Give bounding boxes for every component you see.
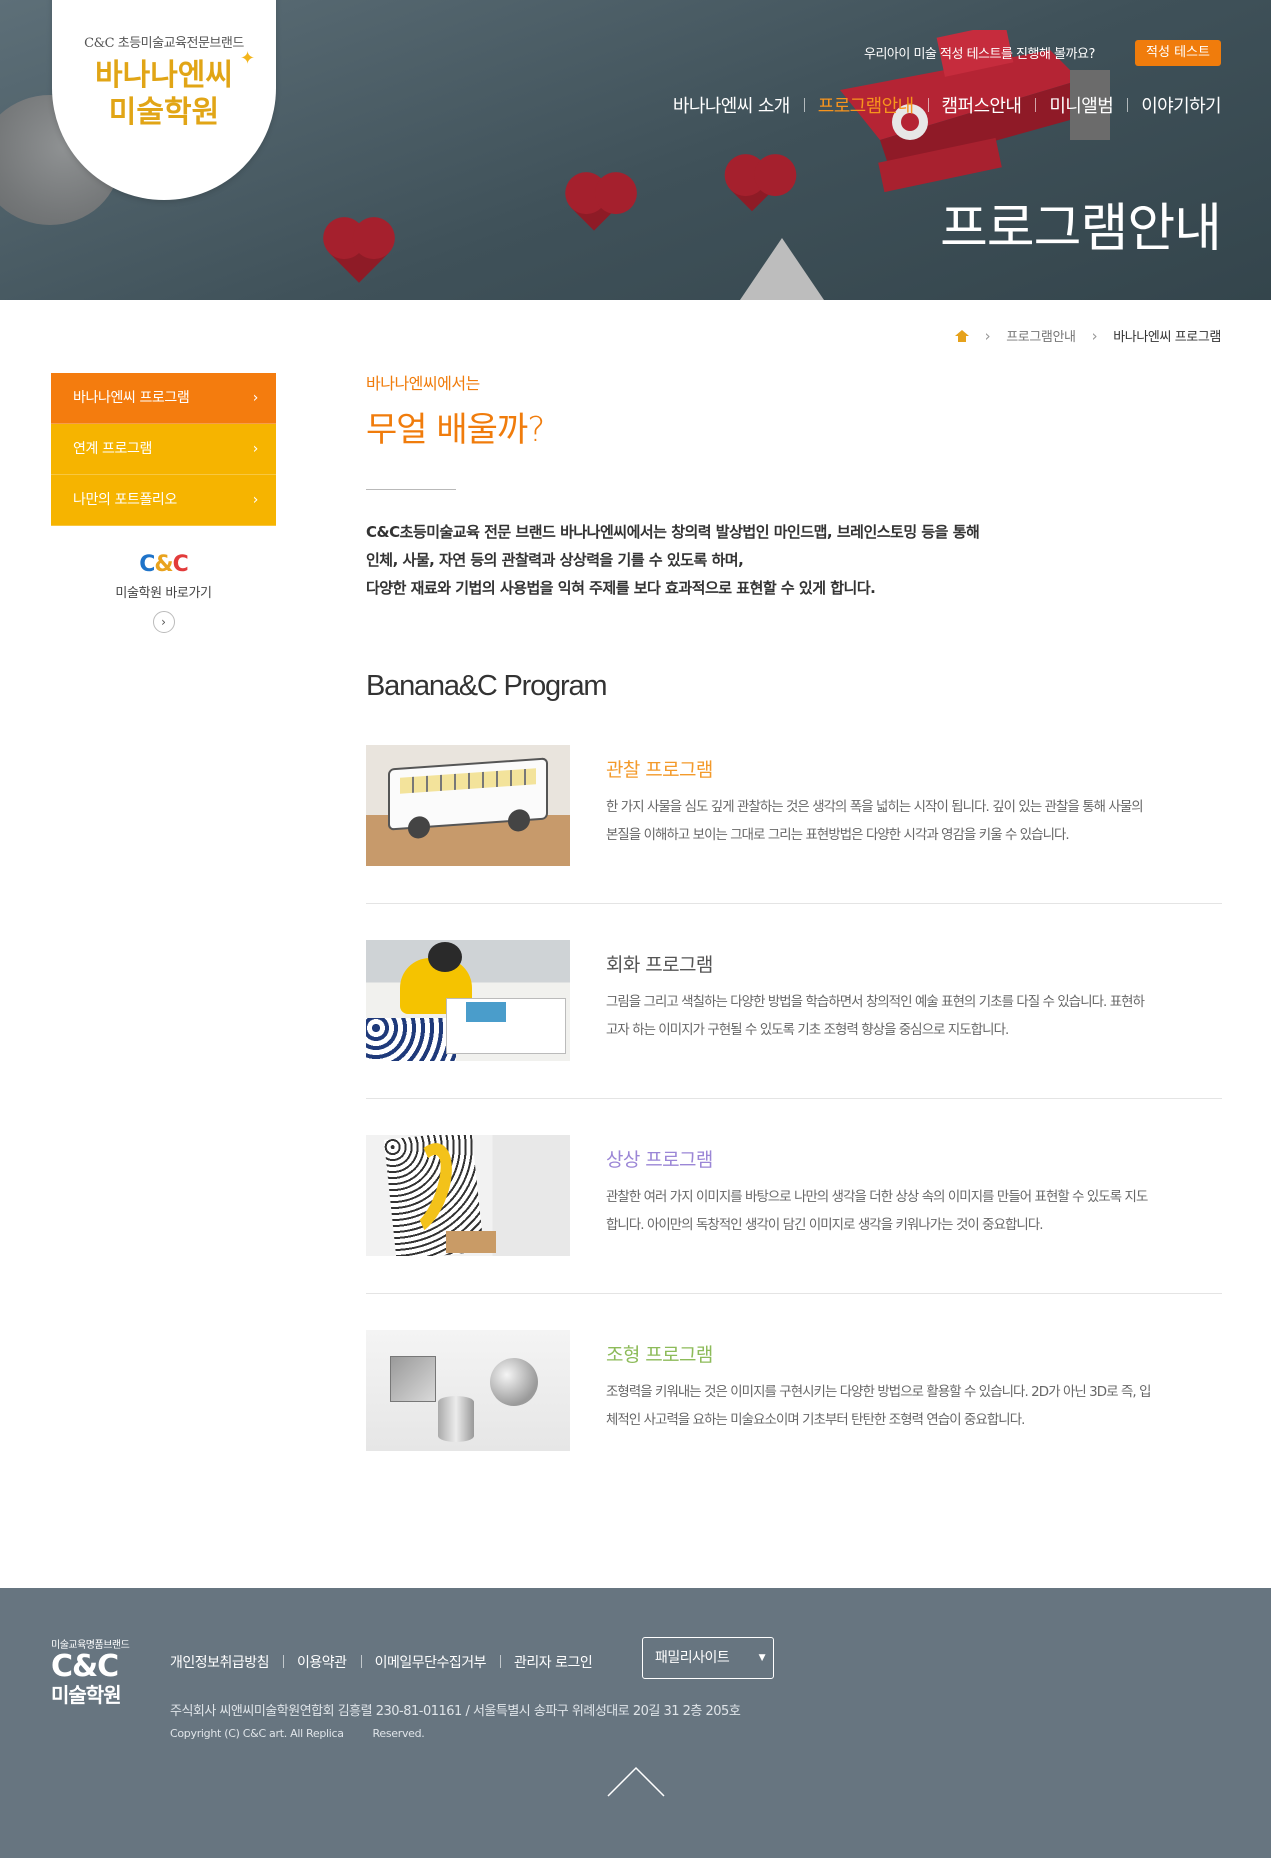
chevron-right-icon: › (984, 326, 991, 345)
site-footer: 미술교육명품브랜드 C&C 미술학원 개인정보취급방침 이용약관 이메일무단수집… (0, 1588, 1271, 1858)
program-title: 상상 프로그램 (606, 1149, 713, 1171)
breadcrumb-level1[interactable]: 프로그램안내 (1006, 326, 1076, 345)
sparkle-icon: ✦ (240, 48, 256, 69)
breadcrumb: › 프로그램안내 › 바나나엔씨 프로그램 (954, 326, 1221, 345)
program-item-painting: 회화 프로그램 그림을 그리고 색칠하는 다양한 방법을 학습하면서 창의적인 … (366, 940, 1222, 1099)
family-site-label: 패밀리사이트 (655, 1650, 730, 1666)
page-hero-title: 프로그램안내 (939, 199, 1222, 259)
intro-line: C&C초등미술교육 전문 브랜드 바나나엔씨에서는 창의력 발상법인 마인드맵,… (366, 523, 980, 541)
program-desc-line: 본질을 이해하고 보이는 그대로 그리는 표현방법은 다양한 시각과 영감을 키… (606, 828, 1070, 843)
intro-line: 다양한 재료와 기법의 사용법을 익혀 주제를 보다 효과적으로 표현할 수 있… (366, 579, 876, 597)
brand-name-line2: 미술학원 (108, 95, 220, 130)
footer-links: 개인정보취급방침 이용약관 이메일무단수집거부 관리자 로그인 (170, 1652, 606, 1672)
program-thumbnail-child-painting (366, 940, 570, 1061)
aptitude-test-button[interactable]: 적성 테스트 (1135, 40, 1221, 66)
go-arrow-button[interactable]: › (152, 611, 175, 633)
sidebar-menu: 바나나엔씨 프로그램 › 연계 프로그램 › 나만의 포트폴리오 › (51, 373, 276, 526)
intro-body: C&C초등미술교육 전문 브랜드 바나나엔씨에서는 창의력 발상법인 마인드맵,… (366, 518, 1222, 602)
sidebar-item-label: 바나나엔씨 프로그램 (73, 390, 190, 406)
program-description: 조형력을 키워내는 것은 이미지를 구현시키는 다양한 방법으로 활용할 수 있… (606, 1379, 1151, 1435)
program-title: 관찰 프로그램 (606, 759, 713, 781)
copyright: Copyright (C) C&C art. All Replica Reser… (170, 1727, 425, 1740)
footer-logo-cc: C&C (51, 1649, 119, 1684)
home-icon[interactable] (954, 329, 969, 342)
program-desc-line: 한 가지 사물을 심도 깊게 관찰하는 것은 생각의 폭을 넓히는 시작이 됩니… (606, 800, 1144, 815)
program-item-imagination: 상상 프로그램 관찰한 여러 가지 이미지를 바탕으로 나만의 생각을 더한 상… (366, 1135, 1222, 1294)
nav-item-campus[interactable]: 캠퍼스안내 (927, 92, 1036, 118)
paper-heart-decoration (329, 223, 389, 283)
program-desc-line: 그림을 그리고 색칠하는 다양한 방법을 학습하면서 창의적인 예술 표현의 기… (606, 995, 1145, 1010)
footer-link-admin-login[interactable]: 관리자 로그인 (500, 1652, 606, 1672)
sidebar-item-linked-program[interactable]: 연계 프로그램 › (51, 424, 276, 475)
nav-item-stories[interactable]: 이야기하기 (1127, 92, 1222, 118)
footer-link-privacy[interactable]: 개인정보취급방침 (170, 1652, 283, 1672)
scroll-top-icon[interactable] (606, 1764, 666, 1798)
main-navigation: 바나나엔씨 소개 프로그램안내 캠퍼스안내 미니앨범 이야기하기 (659, 92, 1222, 118)
program-title: 회화 프로그램 (606, 954, 713, 976)
sidebar-item-portfolio[interactable]: 나만의 포트폴리오 › (51, 475, 276, 526)
family-site-select[interactable]: 패밀리사이트 ▼ (642, 1637, 774, 1679)
cc-logo-amp: & (154, 552, 173, 577)
program-thumbnail-banana-artwork (366, 1135, 570, 1256)
paper-heart-decoration (571, 185, 617, 231)
company-info: 주식회사 씨앤씨미술학원연합회 김흥렬 230-81-01161 / 서울특별시… (170, 1704, 741, 1719)
program-title: 조형 프로그램 (606, 1344, 713, 1366)
intro-kicker: 바나나엔씨에서는 (366, 374, 480, 393)
chevron-right-icon: › (252, 441, 259, 457)
chevron-right-icon: › (252, 492, 259, 508)
program-thumbnail-bus-model (366, 745, 570, 866)
sidebar-item-label: 나만의 포트폴리오 (73, 492, 177, 508)
intro-line: 인체, 사물, 자연 등의 관찰력과 상상력을 기를 수 있도록 하며, (366, 551, 744, 569)
program-description: 관찰한 여러 가지 이미지를 바탕으로 나만의 생각을 더한 상상 속의 이미지… (606, 1184, 1148, 1240)
program-desc-line: 관찰한 여러 가지 이미지를 바탕으로 나만의 생각을 더한 상상 속의 이미지… (606, 1190, 1148, 1205)
cc-link-label: 미술학원 바로가기 (115, 586, 212, 601)
footer-logo: 미술교육명품브랜드 C&C 미술학원 (51, 1636, 130, 1707)
caret-down-icon: ▼ (758, 1653, 766, 1663)
section-title: Banana&C Program (366, 670, 608, 702)
sidebar-item-banana-program[interactable]: 바나나엔씨 프로그램 › (51, 373, 276, 424)
program-item-modeling: 조형 프로그램 조형력을 키워내는 것은 이미지를 구현시키는 다양한 방법으로… (366, 1330, 1222, 1489)
nav-item-programs[interactable]: 프로그램안내 (803, 92, 928, 118)
chevron-right-icon: › (252, 390, 259, 406)
paper-triangle-decoration (740, 238, 824, 300)
footer-link-terms[interactable]: 이용약관 (283, 1652, 361, 1672)
cc-logo: C&C (51, 552, 276, 578)
program-desc-line: 조형력을 키워내는 것은 이미지를 구현시키는 다양한 방법으로 활용할 수 있… (606, 1385, 1151, 1400)
program-desc-line: 고자 하는 이미지가 구현될 수 있도록 기초 조형력 향상을 중심으로 지도합… (606, 1023, 1009, 1038)
program-thumbnail-geometric-drawing (366, 1330, 570, 1451)
intro-title: 무얼 배울까? (366, 410, 545, 450)
divider (366, 489, 456, 490)
program-list: 관찰 프로그램 한 가지 사물을 심도 깊게 관찰하는 것은 생각의 폭을 넓히… (366, 745, 1222, 1489)
program-description: 그림을 그리고 색칠하는 다양한 방법을 학습하면서 창의적인 예술 표현의 기… (606, 989, 1145, 1045)
program-item-observation: 관찰 프로그램 한 가지 사물을 심도 깊게 관찰하는 것은 생각의 폭을 넓히… (366, 745, 1222, 904)
nav-item-mini-album[interactable]: 미니앨범 (1035, 92, 1127, 118)
main-content: 바나나엔씨에서는 무얼 배울까? C&C초등미술교육 전문 브랜드 바나나엔씨에… (366, 370, 1222, 1525)
program-description: 한 가지 사물을 심도 깊게 관찰하는 것은 생각의 폭을 넓히는 시작이 됩니… (606, 794, 1144, 850)
program-desc-line: 체적인 사고력을 요하는 미술요소이며 기초부터 탄탄한 조형력 연습이 중요합… (606, 1413, 1025, 1428)
aptitude-test-prompt: 우리아이 미술 적성 테스트를 진행해 볼까요? (864, 47, 1095, 62)
cc-academy-link[interactable]: C&C 미술학원 바로가기 › (51, 552, 276, 633)
breadcrumb-current: 바나나엔씨 프로그램 (1113, 330, 1221, 345)
paper-heart-decoration (730, 168, 774, 212)
chevron-right-icon: › (1091, 326, 1098, 345)
cc-logo-c1: C (139, 552, 155, 577)
program-desc-line: 합니다. 아이만의 독창적인 생각이 담긴 이미지로 생각을 키워나가는 것이 … (606, 1218, 1044, 1233)
nav-item-about[interactable]: 바나나엔씨 소개 (659, 92, 804, 118)
footer-logo-name: 미술학원 (51, 1683, 122, 1707)
footer-link-email-policy[interactable]: 이메일무단수집거부 (360, 1652, 500, 1672)
sidebar-item-label: 연계 프로그램 (73, 441, 152, 457)
cc-logo-c2: C (172, 552, 189, 577)
